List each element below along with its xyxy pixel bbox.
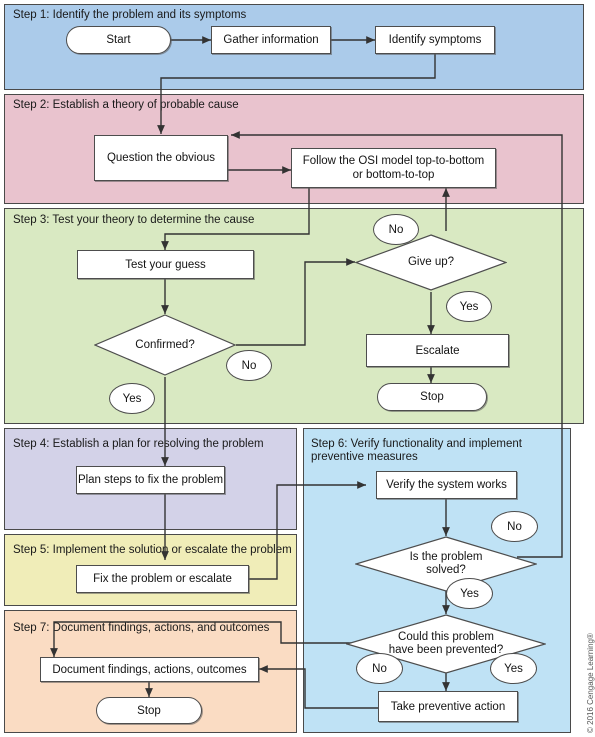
wire-osi-to-test xyxy=(161,186,310,250)
node-identify-symptoms[interactable]: Identify symptoms xyxy=(375,26,495,54)
wire-fix-to-verify xyxy=(249,481,366,580)
node-is-problem-solved-label: Is the problem solved? xyxy=(409,551,483,576)
node-fix-or-escalate[interactable]: Fix the problem or escalate xyxy=(76,565,249,593)
node-confirmed[interactable]: Confirmed? xyxy=(94,314,236,376)
label-solved-no: No xyxy=(491,511,538,542)
wire-prevented-no-to-document xyxy=(50,621,366,657)
node-follow-osi-model[interactable]: Follow the OSI model top-to-bottom or bo… xyxy=(291,148,496,188)
node-give-up[interactable]: Give up? xyxy=(355,234,507,291)
node-take-preventive-action[interactable]: Take preventive action xyxy=(378,691,518,722)
node-start[interactable]: Start xyxy=(66,26,171,54)
node-plan-steps[interactable]: Plan steps to fix the problem xyxy=(76,466,225,494)
node-give-up-label: Give up? xyxy=(407,256,455,268)
label-giveup-yes: Yes xyxy=(446,291,492,322)
label-prevented-no: No xyxy=(356,653,403,684)
flowchart-diagram: Step 1: Identify the problem and its sym… xyxy=(0,0,595,737)
node-is-problem-solved[interactable]: Is the problem solved? xyxy=(355,536,537,592)
node-document-findings[interactable]: Document findings, actions, outcomes xyxy=(40,657,259,682)
node-question-the-obvious[interactable]: Question the obvious xyxy=(94,135,228,181)
label-confirmed-no: No xyxy=(226,350,272,381)
node-stop-step7[interactable]: Stop xyxy=(96,697,202,724)
node-confirmed-label: Confirmed? xyxy=(135,338,195,351)
copyright-notice: © 2016 Cengage Learning® xyxy=(586,633,595,733)
node-test-your-guess[interactable]: Test your guess xyxy=(77,250,254,279)
label-solved-yes: Yes xyxy=(446,578,493,609)
node-verify-system-works[interactable]: Verify the system works xyxy=(376,471,517,499)
node-stop-step3[interactable]: Stop xyxy=(377,383,487,411)
node-could-be-prevented-label: Could this problem have been prevented? xyxy=(388,631,504,656)
label-confirmed-yes: Yes xyxy=(109,383,155,414)
wire-identify-to-question xyxy=(157,54,436,134)
label-prevented-yes: Yes xyxy=(490,653,537,684)
label-giveup-no: No xyxy=(373,214,419,245)
node-escalate[interactable]: Escalate xyxy=(366,334,509,367)
node-gather-information[interactable]: Gather information xyxy=(211,26,331,54)
